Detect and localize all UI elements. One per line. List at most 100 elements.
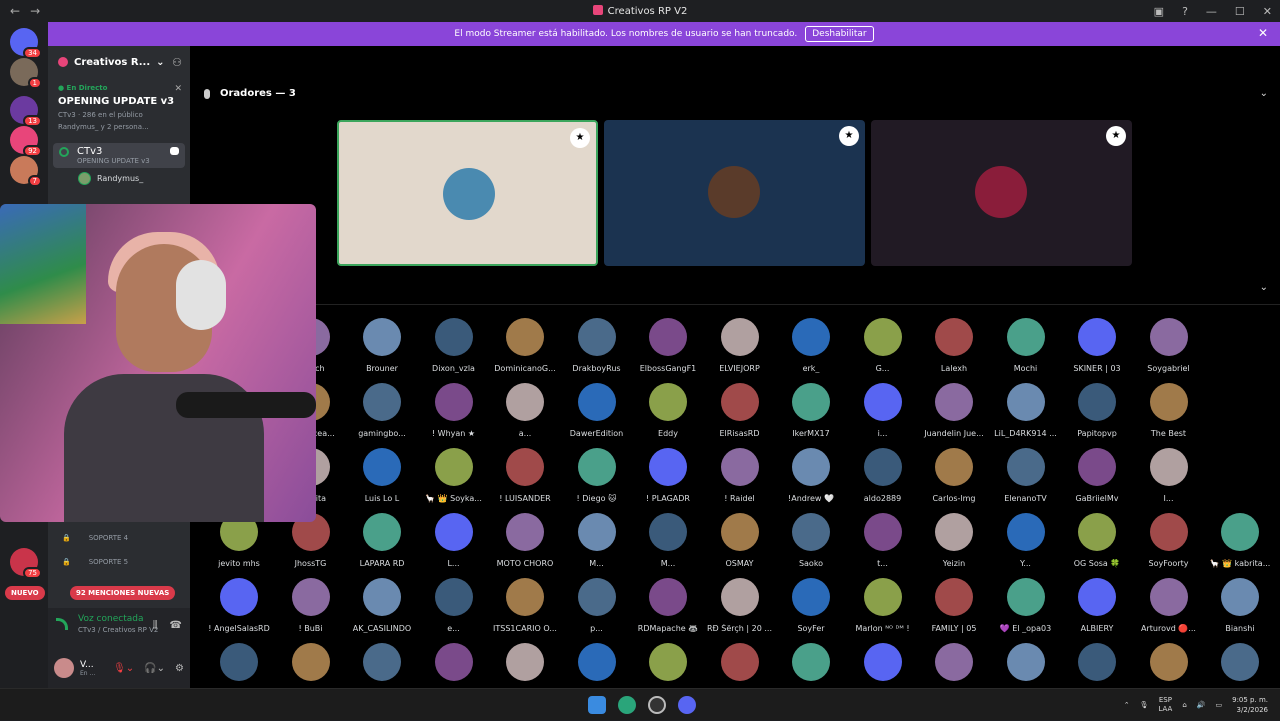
audience-member[interactable]: MOTO CHORO (490, 513, 560, 568)
audience-member[interactable]: 💜 El _opa03 (991, 578, 1061, 633)
audience-member[interactable]: Papitopvp (1062, 383, 1132, 438)
server-icon[interactable]: 34 (10, 28, 42, 59)
speaker-tile[interactable]: ★ (337, 120, 598, 266)
headphones-icon[interactable]: 🎧⌄ (144, 663, 165, 674)
audience-member[interactable]: erk_ (776, 318, 846, 373)
live-event[interactable]: ● En Directo OPENING UPDATE v3 CTv3 · 28… (48, 78, 190, 137)
stage-channel[interactable]: CTv3 OPENING UPDATE v3 (53, 143, 185, 168)
channel-support-5[interactable]: 🔒 SOPORTE 5 (48, 558, 190, 566)
audience-member[interactable]: !Andrew 🤍 (776, 448, 846, 503)
audience-member[interactable]: LAPARA RD (347, 513, 417, 568)
audience-member[interactable] (490, 643, 560, 689)
audience-member[interactable]: Luis Lo L (347, 448, 417, 503)
clock[interactable]: 9:05 p. m. 3/2/2026 (1232, 695, 1268, 715)
app-icon[interactable] (648, 696, 666, 714)
audience-member[interactable]: ! AngelSalasRD (204, 578, 274, 633)
audience-member[interactable]: a... (490, 383, 560, 438)
channel-member[interactable]: Randymus_ (48, 168, 190, 185)
audience-member[interactable]: Yeizin (919, 513, 989, 568)
chevron-down-icon[interactable]: ⌄ (1260, 282, 1268, 293)
audience-member[interactable] (919, 643, 989, 689)
audience-member[interactable]: Brouner (347, 318, 417, 373)
audience-member[interactable]: SoyFoorty (1134, 513, 1204, 568)
audience-member[interactable] (991, 643, 1061, 689)
close-window-button[interactable]: ✕ (1263, 5, 1272, 18)
disconnect-icon[interactable]: ☎ (170, 620, 182, 631)
audience-member[interactable]: Mochi (991, 318, 1061, 373)
audience-member[interactable]: ElbossGangF1 (633, 318, 703, 373)
audience-member[interactable] (1205, 643, 1275, 689)
audience-member[interactable]: RDMapache 🦝 (633, 578, 703, 633)
audience-member[interactable]: Arturovd 🔴... (1134, 578, 1204, 633)
volume-icon[interactable]: 🔊 (1197, 701, 1206, 709)
audience-member[interactable]: M... (562, 513, 632, 568)
discord-icon[interactable] (678, 696, 696, 714)
audience-member[interactable] (705, 643, 775, 689)
audience-member[interactable]: i... (848, 383, 918, 438)
audience-member[interactable]: Dixon_vzla (419, 318, 489, 373)
forward-arrow-icon[interactable]: → (30, 4, 40, 18)
audience-member[interactable]: ! Diego 🐱 (562, 448, 632, 503)
server-icon[interactable]: 7 (10, 156, 42, 187)
audience-member[interactable]: Soygabriel (1134, 318, 1204, 373)
audience-member[interactable]: LiL_D4RK914 ... (991, 383, 1061, 438)
audience-member[interactable] (276, 643, 346, 689)
audience-member[interactable]: FAMILY | 05 (919, 578, 989, 633)
language-indicator[interactable]: ESP LAA (1158, 696, 1172, 714)
chat-icon[interactable] (170, 147, 179, 155)
audience-member[interactable]: AK_CASILINDO (347, 578, 417, 633)
audience-member[interactable]: Juandelin Jue... (919, 383, 989, 438)
audience-member[interactable] (204, 643, 274, 689)
server-icon[interactable]: 75 (10, 548, 42, 579)
mic-tray-icon[interactable]: 🎙 (1140, 701, 1149, 709)
audience-member[interactable] (347, 643, 417, 689)
audience-member[interactable]: SKINER | 03 (1062, 318, 1132, 373)
audience-member[interactable]: Carlos-lmg (919, 448, 989, 503)
mic-muted-icon[interactable]: 🎙⌄ (113, 663, 134, 674)
audience-member[interactable]: L... (419, 513, 489, 568)
audience-member[interactable]: GaBriielMv (1062, 448, 1132, 503)
audience-member[interactable]: Marlon ᴺᴼ ᴰᴹ ! (848, 578, 918, 633)
minimize-button[interactable]: — (1206, 5, 1217, 18)
close-event-icon[interactable]: ✕ (174, 84, 182, 94)
chevron-up-icon[interactable]: ⌃ (1124, 701, 1130, 709)
audience-member[interactable]: ALBIERY (1062, 578, 1132, 633)
speaker-tile[interactable]: ★ (871, 120, 1132, 266)
close-banner-icon[interactable]: ✕ (1258, 26, 1268, 40)
audience-member[interactable]: DominicanoG... (490, 318, 560, 373)
signal-icon[interactable] (56, 618, 68, 630)
invite-icon[interactable]: ⚇ (172, 56, 182, 69)
server-icon[interactable]: 13 (10, 96, 42, 127)
audience-member[interactable] (562, 643, 632, 689)
audience-member[interactable]: Y... (991, 513, 1061, 568)
gear-icon[interactable]: ⚙ (175, 663, 184, 674)
audience-member[interactable]: M... (633, 513, 703, 568)
audience-member[interactable]: p... (562, 578, 632, 633)
audience-member[interactable]: SoyFer (776, 578, 846, 633)
audience-member[interactable]: The Best (1134, 383, 1204, 438)
server-header[interactable]: Creativos R... ⌄ ⚇ (48, 46, 190, 78)
battery-icon[interactable]: ▭ (1215, 701, 1222, 709)
maximize-button[interactable]: ☐ (1235, 5, 1245, 18)
audience-member[interactable]: Eddy (633, 383, 703, 438)
audience-member[interactable]: Bianshi (1205, 578, 1275, 633)
server-icon[interactable]: 92 (10, 126, 42, 157)
audience-member[interactable]: ELVIEJORP (705, 318, 775, 373)
audience-member[interactable] (848, 643, 918, 689)
audience-member[interactable]: 🦙 👑 kabrita... (1205, 513, 1275, 568)
audience-member[interactable] (1062, 643, 1132, 689)
audience-member[interactable] (776, 643, 846, 689)
audience-member[interactable]: Lalexh (919, 318, 989, 373)
audience-member[interactable]: G... (848, 318, 918, 373)
user-avatar[interactable] (54, 658, 74, 678)
audience-member[interactable]: IkerMX17 (776, 383, 846, 438)
windows-start-icon[interactable] (588, 696, 606, 714)
audience-member[interactable]: ElRisasRD (705, 383, 775, 438)
audience-member[interactable] (1134, 643, 1204, 689)
audience-member[interactable]: DrakboyRus (562, 318, 632, 373)
audience-member[interactable] (419, 643, 489, 689)
inbox-icon[interactable]: ▣ (1154, 5, 1164, 18)
audience-member[interactable]: aldo2889 (848, 448, 918, 503)
speaker-tile[interactable]: ★ (604, 120, 865, 266)
mentions-badge[interactable]: 92 MENCIONES NUEVAS (70, 586, 176, 600)
